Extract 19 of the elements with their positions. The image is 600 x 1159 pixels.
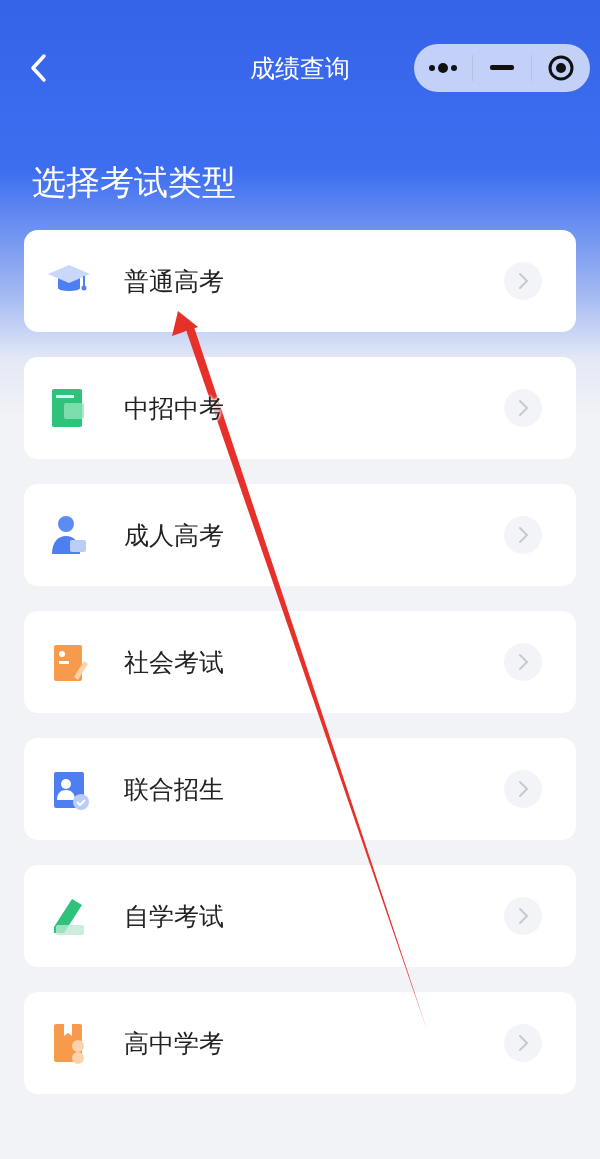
exam-type-item[interactable]: 社会考试 <box>24 611 576 713</box>
chevron-icon <box>504 643 542 681</box>
exam-type-item[interactable]: 普通高考 <box>24 230 576 332</box>
minimize-icon[interactable] <box>490 65 514 71</box>
chevron-icon <box>504 1024 542 1062</box>
page-title: 成绩查询 <box>250 52 350 85</box>
chevron-icon <box>504 770 542 808</box>
chevron-icon <box>504 516 542 554</box>
chevron-icon <box>504 389 542 427</box>
back-icon[interactable] <box>28 53 48 83</box>
chevron-icon <box>504 897 542 935</box>
chevron-icon <box>504 262 542 300</box>
exam-type-item[interactable]: 成人高考 <box>24 484 576 586</box>
exam-type-item[interactable]: 自学考试 <box>24 865 576 967</box>
exam-type-item[interactable]: 高中学考 <box>24 992 576 1094</box>
close-icon[interactable] <box>547 54 575 82</box>
section-heading: 选择考试类型 <box>31 161 237 204</box>
exam-type-item[interactable]: 联合招生 <box>24 738 576 840</box>
more-icon[interactable] <box>428 62 458 74</box>
